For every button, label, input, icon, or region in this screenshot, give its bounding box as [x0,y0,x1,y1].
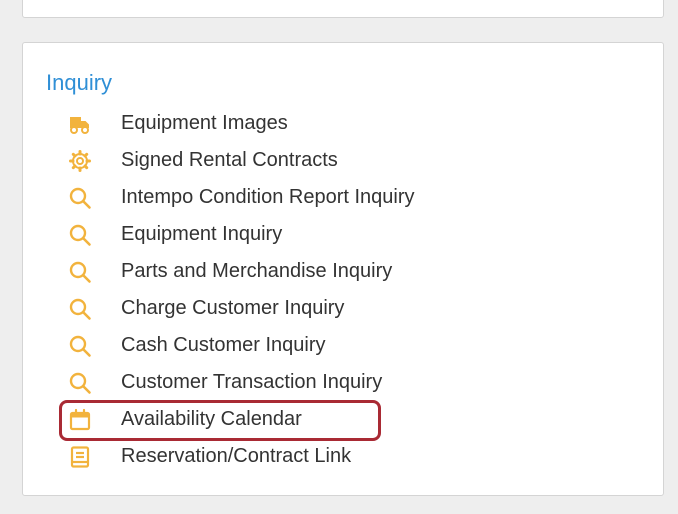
menu-item-customer-transaction-inquiry[interactable]: Customer Transaction Inquiry [68,364,415,401]
gear-icon [68,149,92,173]
menu-item-label: Reservation/Contract Link [121,445,352,467]
menu-item-label: Signed Rental Contracts [121,149,338,171]
menu-item-label: Cash Customer Inquiry [121,334,326,356]
search-icon [68,260,92,284]
menu-item-parts-and-merchandise-inquiry[interactable]: Parts and Merchandise Inquiry [68,253,415,290]
truck-icon [68,112,92,136]
menu-item-intempo-condition-report-inquiry[interactable]: Intempo Condition Report Inquiry [68,179,415,216]
menu-item-reservation-contract-link[interactable]: Reservation/Contract Link [68,438,415,475]
menu-item-charge-customer-inquiry[interactable]: Charge Customer Inquiry [68,290,415,327]
search-icon [68,297,92,321]
document-icon [68,445,92,469]
menu-item-availability-calendar[interactable]: Availability Calendar [68,401,415,438]
menu-item-label: Availability Calendar [121,408,302,430]
inquiry-card: Inquiry Equipment Images Signed Rental C… [22,42,664,496]
menu-item-label: Intempo Condition Report Inquiry [121,186,415,208]
previous-card [22,0,664,18]
calendar-icon [68,408,92,432]
search-icon [68,334,92,358]
menu-item-label: Parts and Merchandise Inquiry [121,260,393,282]
inquiry-menu: Equipment Images Signed Rental Contracts… [68,105,415,475]
menu-item-equipment-inquiry[interactable]: Equipment Inquiry [68,216,415,253]
menu-item-label: Equipment Images [121,112,288,134]
section-title: Inquiry [46,70,113,95]
menu-item-cash-customer-inquiry[interactable]: Cash Customer Inquiry [68,327,415,364]
menu-item-label: Equipment Inquiry [121,223,283,245]
search-icon [68,371,92,395]
menu-item-label: Customer Transaction Inquiry [121,371,383,393]
menu-item-equipment-images[interactable]: Equipment Images [68,105,415,142]
search-icon [68,186,92,210]
menu-item-label: Charge Customer Inquiry [121,297,345,319]
menu-item-signed-rental-contracts[interactable]: Signed Rental Contracts [68,142,415,179]
search-icon [68,223,92,247]
